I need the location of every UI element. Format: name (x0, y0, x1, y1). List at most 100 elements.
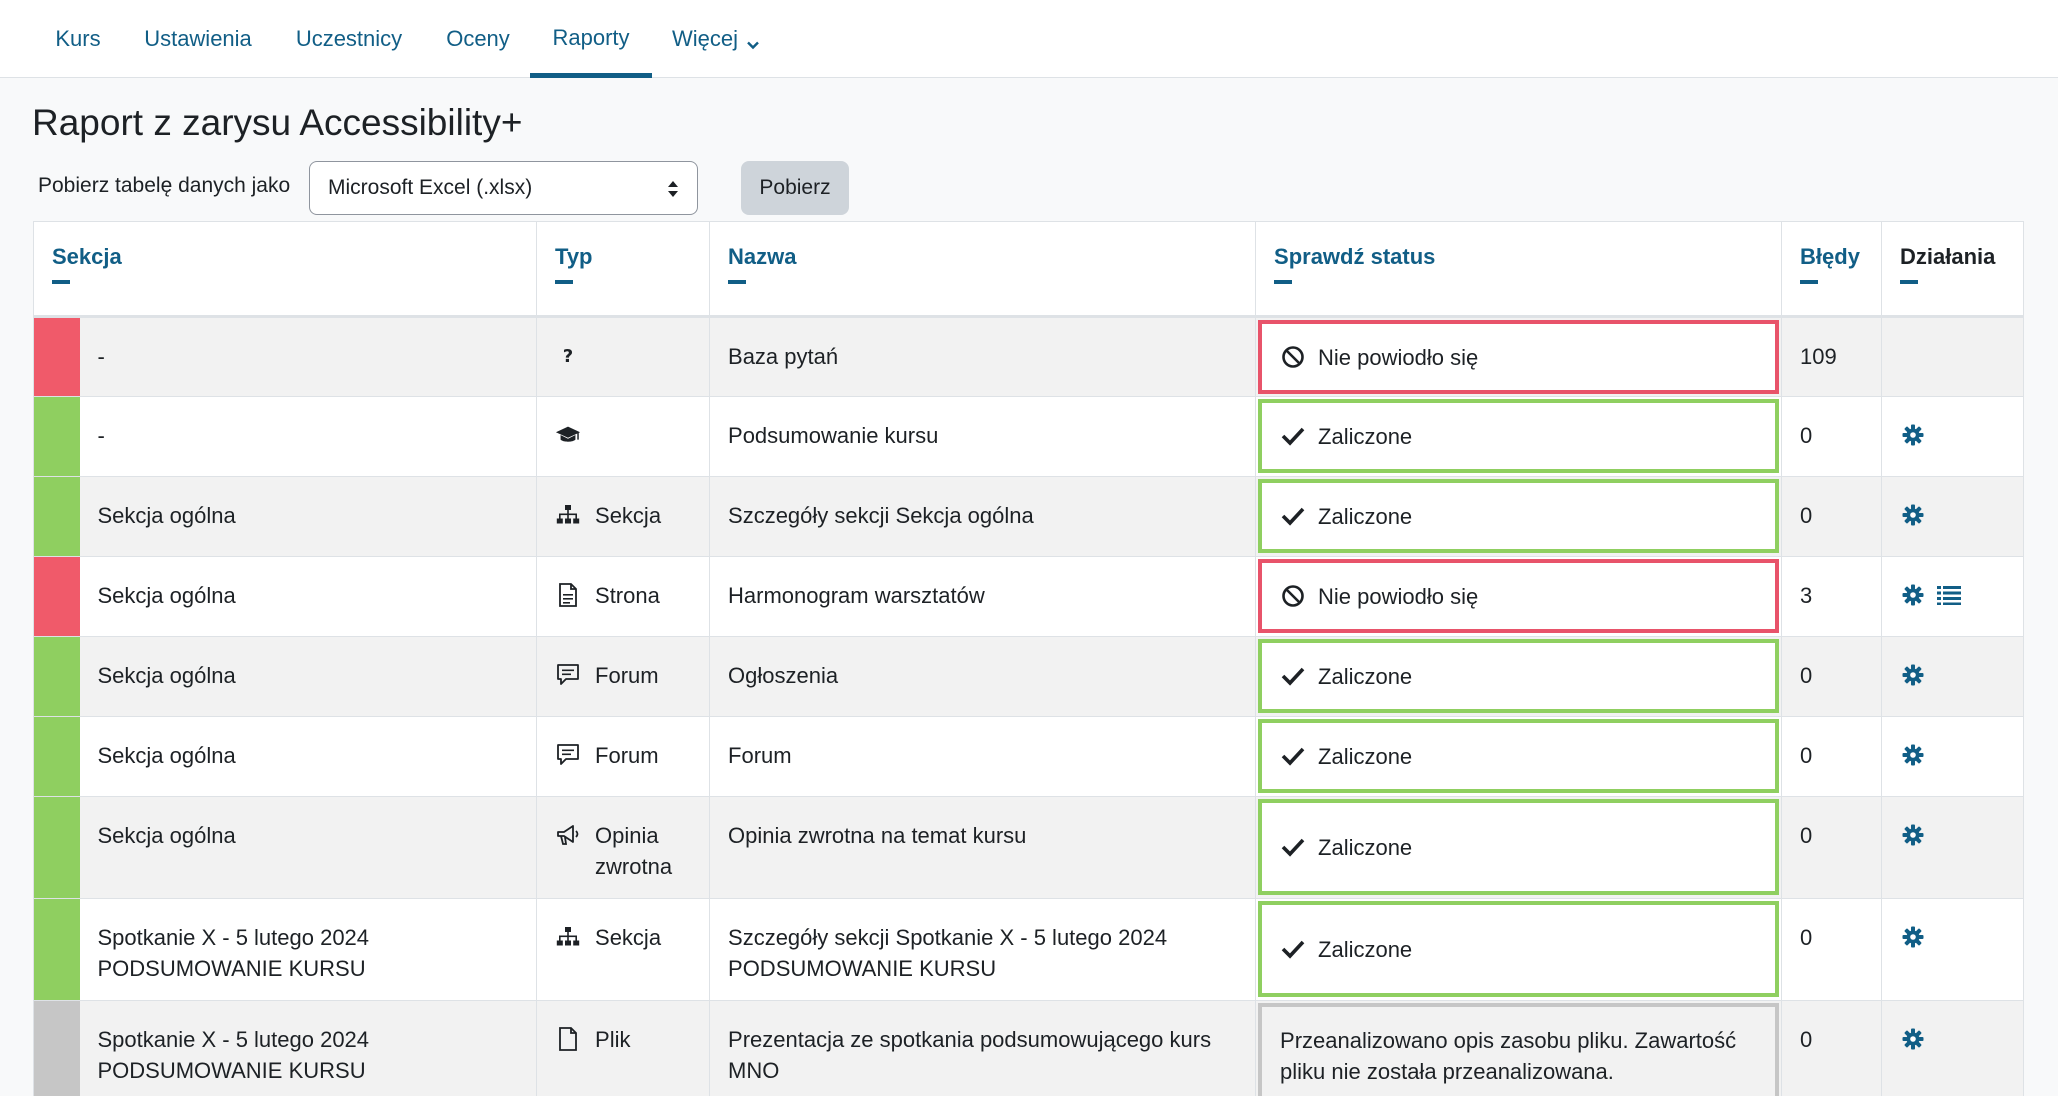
sort-indicator-icon (728, 280, 747, 284)
errors-cell: 0 (1781, 1000, 1883, 1096)
status-indicator-stripe (33, 316, 80, 397)
column-header-type[interactable]: Typ (536, 221, 711, 318)
status-badge: Nie powiodło się (1258, 559, 1780, 633)
actions-cell (1881, 556, 2025, 637)
tab-participants[interactable]: Uczestnicy (283, 0, 415, 78)
page-title: Raport z zarysu Accessibility+ (32, 102, 523, 143)
actions-cell (1881, 1000, 2025, 1096)
status-indicator-stripe (33, 1000, 80, 1096)
actions-group (1900, 580, 2005, 608)
sort-indicator-icon (52, 280, 70, 284)
check-icon (1280, 936, 1306, 962)
table-row: -? Baza pytań Nie powiodło się 109 (33, 316, 2025, 397)
actions-group (1900, 820, 2005, 848)
status-cell: Przeanalizowano opis zasobu pliku. Zawar… (1255, 1000, 1783, 1096)
table-row: Spotkanie X - 5 lutego 2024 PODSUMOWANIE… (33, 1000, 2025, 1096)
list-icon[interactable] (1936, 582, 1962, 608)
download-format-select[interactable]: Microsoft Excel (.xlsx) (309, 161, 698, 215)
sort-indicator-icon (1900, 280, 1919, 284)
type-content: Forum (555, 660, 691, 691)
gear-icon[interactable] (1900, 924, 1926, 950)
column-header-errors-label: Błędy (1800, 244, 1860, 269)
name-cell: Baza pytań (709, 316, 1257, 397)
actions-cell (1881, 476, 2025, 557)
column-header-actions-label: Działania (1900, 244, 1996, 269)
section-cell: Sekcja ogólna (79, 476, 538, 557)
page-icon (555, 582, 581, 608)
table-row: Sekcja ogólna Forum Ogłoszenia Zaliczone 0 (33, 636, 2025, 717)
status-badge: Zaliczone (1258, 719, 1780, 793)
status-badge: Zaliczone (1258, 901, 1780, 997)
section-cell: Sekcja ogólna (79, 636, 538, 717)
type-label: Forum (595, 743, 659, 768)
status-badge: Zaliczone (1258, 639, 1780, 713)
status-text: Nie powiodło się (1318, 583, 1479, 609)
secondary-navigation: Kurs Ustawienia Uczestnicy Oceny Raporty… (0, 0, 2058, 78)
file-icon (555, 1026, 581, 1052)
column-header-section-label: Sekcja (52, 244, 122, 269)
column-header-name-label: Nazwa (728, 244, 797, 269)
tab-grades[interactable]: Oceny (433, 0, 523, 78)
status-text: Zaliczone (1318, 663, 1413, 689)
gear-icon[interactable] (1900, 422, 1926, 448)
section-cell: Sekcja ogólna (79, 716, 538, 797)
section-cell: - (79, 316, 538, 397)
status-cell: Nie powiodło się (1255, 316, 1783, 397)
status-text: Zaliczone (1318, 503, 1413, 529)
status-text: Zaliczone (1318, 936, 1413, 962)
actions-cell (1881, 716, 2025, 797)
status-cell: Zaliczone (1255, 716, 1783, 797)
type-content: ? (555, 341, 691, 369)
status-cell: Zaliczone (1255, 796, 1783, 899)
type-cell: ? (536, 316, 711, 397)
errors-cell: 0 (1781, 898, 1883, 1001)
gear-icon[interactable] (1900, 1026, 1926, 1052)
tab-settings[interactable]: Ustawienia (133, 0, 263, 78)
check-icon (1280, 503, 1306, 529)
check-icon (1280, 834, 1306, 860)
tab-reports[interactable]: Raporty (530, 0, 652, 78)
actions-cell (1881, 636, 2025, 717)
table-row: Sekcja ogólna Sekcja Szczegóły sekcji Sekc… (33, 476, 2025, 557)
sort-indicator-icon (555, 280, 574, 284)
table-row: Spotkanie X - 5 lutego 2024 PODSUMOWANIE… (33, 898, 2025, 1001)
ban-icon (1280, 344, 1306, 370)
column-header-errors[interactable]: Błędy (1781, 221, 1883, 318)
gear-icon[interactable] (1900, 822, 1926, 848)
table-body: -? Baza pytań Nie powiodło się 109 - Podsumow… (33, 316, 2025, 1096)
column-header-name[interactable]: Nazwa (709, 221, 1257, 318)
gear-icon[interactable] (1900, 502, 1926, 528)
column-header-status[interactable]: Sprawdź status (1255, 221, 1783, 318)
status-indicator-stripe (33, 796, 80, 899)
type-content: Sekcja (555, 922, 691, 953)
section-cell: Sekcja ogólna (79, 796, 538, 899)
check-icon (1280, 663, 1306, 689)
gear-icon[interactable] (1900, 582, 1926, 608)
column-header-section[interactable]: Sekcja (32, 221, 538, 318)
gear-icon[interactable] (1900, 662, 1926, 688)
type-cell: Opinia zwrotna (536, 796, 711, 899)
status-text: Zaliczone (1318, 423, 1413, 449)
tab-course[interactable]: Kurs (42, 0, 114, 78)
type-label: Opinia zwrotna (595, 823, 673, 879)
tab-more[interactable]: Więcej (664, 0, 768, 78)
column-header-actions[interactable]: Działania (1881, 221, 2025, 318)
forum-icon (555, 742, 581, 768)
section-cell: Spotkanie X - 5 lutego 2024 PODSUMOWANIE… (79, 1000, 538, 1096)
accessibility-report-table: Sekcja Typ Nazwa Sprawdź status Błędy Dz… (32, 221, 2025, 1096)
table-header-row: Sekcja Typ Nazwa Sprawdź status Błędy Dz… (32, 221, 2025, 318)
status-cell: Zaliczone (1255, 476, 1783, 557)
errors-cell: 0 (1781, 476, 1883, 557)
sitemap-icon (555, 502, 581, 528)
sort-indicator-icon (1274, 280, 1293, 284)
status-badge: Przeanalizowano opis zasobu pliku. Zawar… (1258, 1003, 1780, 1096)
status-cell: Nie powiodło się (1255, 556, 1783, 637)
megaphone-icon (555, 822, 581, 848)
actions-group (1900, 740, 2005, 768)
type-cell: Forum (536, 716, 711, 797)
actions-cell (1881, 316, 2025, 397)
table-row: - Podsumowanie kursu Zaliczone 0 (33, 396, 2025, 477)
gear-icon[interactable] (1900, 742, 1926, 768)
status-indicator-stripe (33, 636, 80, 717)
download-button[interactable]: Pobierz (741, 161, 849, 215)
